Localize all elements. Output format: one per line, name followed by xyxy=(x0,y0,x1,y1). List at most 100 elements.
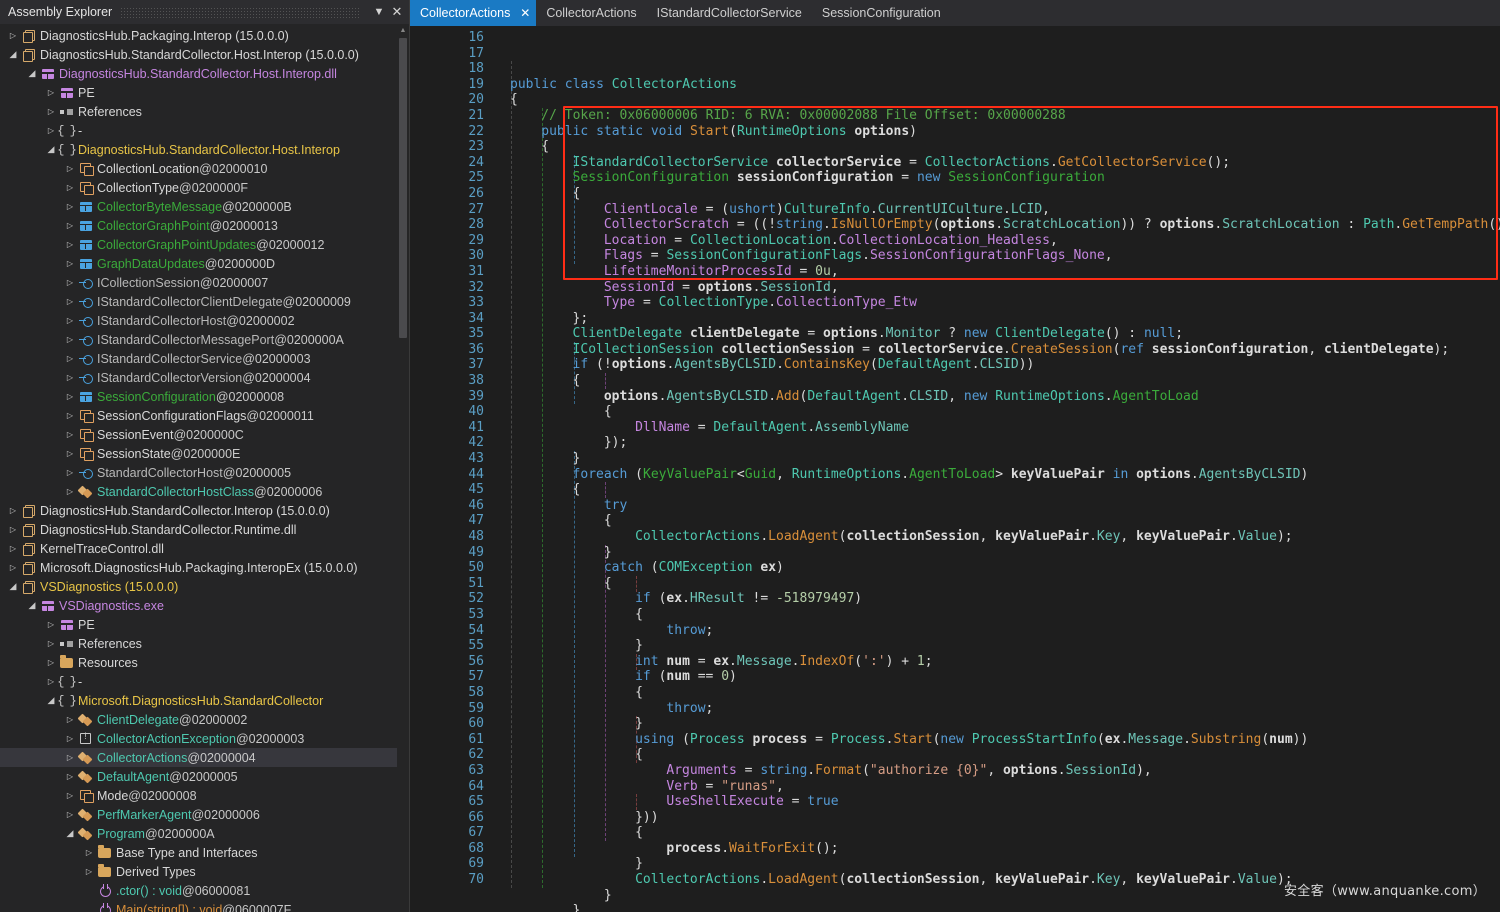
tree-node[interactable]: ICollectionSession @02000007 xyxy=(0,273,397,292)
expand-arrow-icon[interactable] xyxy=(44,615,58,634)
tree-node[interactable]: CollectionLocation @02000010 xyxy=(0,159,397,178)
code-line[interactable]: { xyxy=(492,576,1500,592)
tree-node[interactable]: Main(string[]) : void @0600007F xyxy=(0,900,397,912)
code-line[interactable]: { xyxy=(492,825,1500,841)
code-line[interactable]: catch (COMException ex) xyxy=(492,560,1500,576)
tree-scrollbar[interactable]: ▲ xyxy=(397,24,409,912)
code-line[interactable]: process.WaitForExit(); xyxy=(492,841,1500,857)
expand-arrow-icon[interactable] xyxy=(63,786,77,805)
collapse-arrow-icon[interactable] xyxy=(44,691,58,710)
code-line[interactable]: { xyxy=(492,747,1500,763)
expand-arrow-icon[interactable] xyxy=(82,843,96,862)
expand-arrow-icon[interactable] xyxy=(63,292,77,311)
tree-node[interactable]: DiagnosticsHub.StandardCollector.Runtime… xyxy=(0,520,397,539)
code-line[interactable]: Location = CollectionLocation.Collection… xyxy=(492,233,1500,249)
tree-node[interactable]: References xyxy=(0,102,397,121)
tree-node[interactable]: SessionConfiguration @02000008 xyxy=(0,387,397,406)
tree-node[interactable]: PE xyxy=(0,615,397,634)
code-line[interactable]: { xyxy=(492,186,1500,202)
code-line[interactable]: { xyxy=(492,92,1500,108)
tab-collectoractions[interactable]: CollectorActions ✕ xyxy=(410,0,537,26)
tree-node[interactable]: Derived Types xyxy=(0,862,397,881)
tree-node[interactable]: SessionConfigurationFlags @02000011 xyxy=(0,406,397,425)
tab-close-icon[interactable]: ✕ xyxy=(518,6,532,20)
code-line[interactable]: { xyxy=(492,482,1500,498)
code-line[interactable]: if (!options.AgentsByCLSID.ContainsKey(D… xyxy=(492,357,1500,373)
code-line[interactable]: DllName = DefaultAgent.AssemblyName xyxy=(492,420,1500,436)
tree-node[interactable]: GraphDataUpdates @0200000D xyxy=(0,254,397,273)
code-line[interactable]: Flags = SessionConfigurationFlags.Sessio… xyxy=(492,248,1500,264)
code-editor[interactable]: 16 17 18 19 20 21 22 23 24 25 26 27 28 29 30 31 32 33 34 35… xyxy=(410,26,1500,912)
code-line[interactable]: UseShellExecute = true xyxy=(492,794,1500,810)
code-line[interactable]: { xyxy=(492,607,1500,623)
tree-node[interactable]: { }DiagnosticsHub.StandardCollector.Host… xyxy=(0,140,397,159)
expand-arrow-icon[interactable] xyxy=(6,26,20,45)
collapse-arrow-icon[interactable] xyxy=(25,64,39,83)
expand-arrow-icon[interactable] xyxy=(44,83,58,102)
code-line[interactable]: IStandardCollectorService collectorServi… xyxy=(492,155,1500,171)
code-line[interactable]: try xyxy=(492,498,1500,514)
code-line[interactable]: } xyxy=(492,638,1500,654)
code-line[interactable]: // Token: 0x06000006 RID: 6 RVA: 0x00002… xyxy=(492,108,1500,124)
tree-node[interactable]: CollectorGraphPointUpdates @02000012 xyxy=(0,235,397,254)
code-line[interactable]: throw; xyxy=(492,623,1500,639)
expand-arrow-icon[interactable] xyxy=(63,216,77,235)
tree-node[interactable]: Base Type and Interfaces xyxy=(0,843,397,862)
tab-collectoractions[interactable]: CollectorActions xyxy=(536,0,646,26)
collapse-arrow-icon[interactable] xyxy=(44,140,58,159)
code-line[interactable]: { xyxy=(492,685,1500,701)
tree-node[interactable]: Program @0200000A xyxy=(0,824,397,843)
expand-arrow-icon[interactable] xyxy=(44,634,58,653)
code-line[interactable]: int num = ex.Message.IndexOf(':') + 1; xyxy=(492,654,1500,670)
tree-node[interactable]: .ctor() : void @06000081 xyxy=(0,881,397,900)
tree-scroll-thumb[interactable] xyxy=(399,38,407,338)
code-line[interactable]: } xyxy=(492,856,1500,872)
code-line[interactable]: Verb = "runas", xyxy=(492,779,1500,795)
tree-node[interactable]: IStandardCollectorClientDelegate @020000… xyxy=(0,292,397,311)
expand-arrow-icon[interactable] xyxy=(63,729,77,748)
expand-arrow-icon[interactable] xyxy=(44,121,58,140)
expand-arrow-icon[interactable] xyxy=(63,463,77,482)
tree-node[interactable]: DiagnosticsHub.StandardCollector.Host.In… xyxy=(0,45,397,64)
tab-sessionconfiguration[interactable]: SessionConfiguration xyxy=(812,0,951,26)
tree-node[interactable]: SessionState @0200000E xyxy=(0,444,397,463)
tree-node[interactable]: SessionEvent @0200000C xyxy=(0,425,397,444)
code-line[interactable]: options.AgentsByCLSID.Add(DefaultAgent.C… xyxy=(492,389,1500,405)
expand-arrow-icon[interactable] xyxy=(63,425,77,444)
tree-node[interactable]: { }- xyxy=(0,672,397,691)
tree-node[interactable]: CollectorGraphPoint @02000013 xyxy=(0,216,397,235)
code-line[interactable]: { xyxy=(492,404,1500,420)
tree-node[interactable]: VSDiagnostics.exe xyxy=(0,596,397,615)
tree-node[interactable]: StandardCollectorHostClass @02000006 xyxy=(0,482,397,501)
tree-node[interactable]: DiagnosticsHub.StandardCollector.Interop… xyxy=(0,501,397,520)
tree-node[interactable]: KernelTraceControl.dll xyxy=(0,539,397,558)
code-line[interactable]: foreach (KeyValuePair<Guid, RuntimeOptio… xyxy=(492,467,1500,483)
expand-arrow-icon[interactable] xyxy=(63,311,77,330)
tree-node[interactable]: VSDiagnostics (15.0.0.0) xyxy=(0,577,397,596)
expand-arrow-icon[interactable] xyxy=(63,349,77,368)
tree-node[interactable]: PerfMarkerAgent @02000006 xyxy=(0,805,397,824)
close-icon[interactable]: ✕ xyxy=(389,2,405,22)
tree-node[interactable]: IStandardCollectorService @02000003 xyxy=(0,349,397,368)
expand-arrow-icon[interactable] xyxy=(63,368,77,387)
code-line[interactable]: LifetimeMonitorProcessId = 0u, xyxy=(492,264,1500,280)
tree-node[interactable]: CollectionType @0200000F xyxy=(0,178,397,197)
tree-node[interactable]: DiagnosticsHub.Packaging.Interop (15.0.0… xyxy=(0,26,397,45)
expand-arrow-icon[interactable] xyxy=(63,273,77,292)
expand-arrow-icon[interactable] xyxy=(63,767,77,786)
code-line[interactable]: }; xyxy=(492,311,1500,327)
code-line[interactable]: } xyxy=(492,451,1500,467)
code-line[interactable]: public class CollectorActions xyxy=(492,77,1500,93)
expand-arrow-icon[interactable] xyxy=(63,748,77,767)
tree-node[interactable]: { }- xyxy=(0,121,397,140)
tree-node[interactable]: CollectorByteMessage @0200000B xyxy=(0,197,397,216)
expand-arrow-icon[interactable] xyxy=(44,653,58,672)
expand-arrow-icon[interactable] xyxy=(63,159,77,178)
code-text-area[interactable]: public class CollectorActions{// Token: … xyxy=(492,26,1500,912)
expand-arrow-icon[interactable] xyxy=(63,444,77,463)
collapse-arrow-icon[interactable] xyxy=(63,824,77,843)
expand-arrow-icon[interactable] xyxy=(63,710,77,729)
collapse-arrow-icon[interactable] xyxy=(6,45,20,64)
code-line[interactable]: throw; xyxy=(492,701,1500,717)
expand-arrow-icon[interactable] xyxy=(44,102,58,121)
